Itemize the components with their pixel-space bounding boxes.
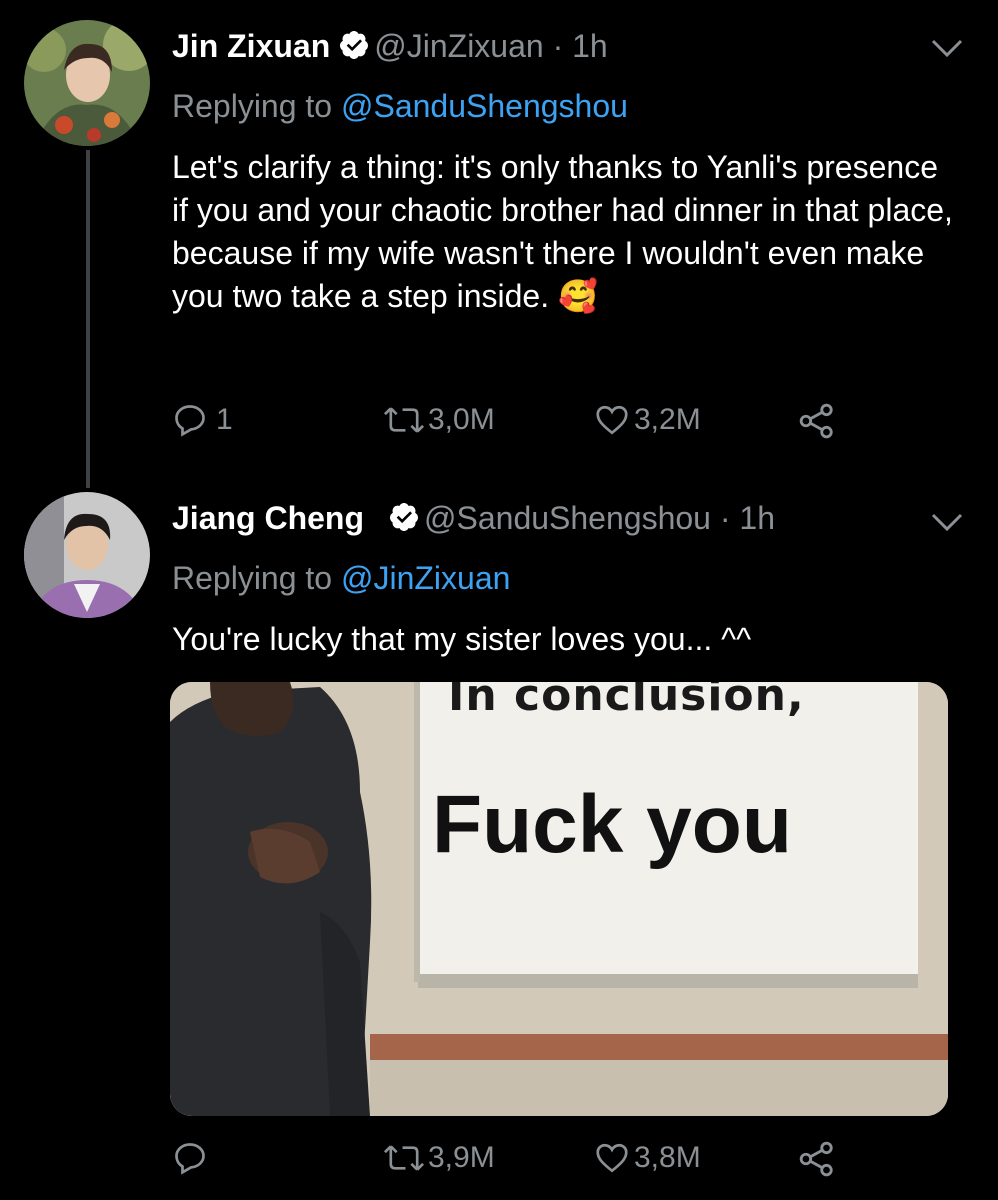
- chevron-down-icon[interactable]: [930, 510, 964, 539]
- share-icon: [798, 402, 836, 440]
- reply-icon: [172, 1140, 208, 1176]
- reply-button[interactable]: 1: [172, 402, 233, 438]
- user-handle[interactable]: @SanduShengshou: [424, 500, 711, 536]
- tweet-header: Jin Zixuan @JinZixuan · 1h: [172, 28, 608, 69]
- share-button[interactable]: [798, 1140, 836, 1178]
- retweet-button[interactable]: 3,0M: [382, 402, 495, 438]
- verified-badge-icon: [338, 29, 370, 69]
- like-count: 3,8M: [634, 1141, 701, 1174]
- reply-button[interactable]: [172, 1140, 216, 1176]
- display-name[interactable]: Jiang Cheng: [172, 500, 364, 536]
- replying-to-label: Replying to: [172, 560, 333, 596]
- share-icon: [798, 1140, 836, 1178]
- retweet-count: 3,9M: [428, 1141, 495, 1174]
- like-icon: [594, 402, 630, 438]
- replying-to-label: Replying to: [172, 88, 333, 124]
- like-count: 3,2M: [634, 403, 701, 436]
- display-name[interactable]: Jin Zixuan: [172, 28, 330, 64]
- retweet-icon: [382, 402, 426, 438]
- like-icon: [594, 1140, 630, 1176]
- emoji-smiling-hearts: 🥰: [558, 278, 598, 314]
- chevron-down-icon[interactable]: [930, 36, 964, 65]
- avatar-jin-zixuan[interactable]: [24, 20, 150, 146]
- reply-count: 1: [216, 403, 233, 436]
- avatar-jiang-cheng[interactable]: [24, 492, 150, 618]
- share-button[interactable]: [798, 402, 836, 440]
- like-button[interactable]: 3,8M: [594, 1140, 701, 1176]
- mention-link[interactable]: @JinZixuan: [341, 560, 510, 596]
- verified-badge-icon: [388, 501, 420, 541]
- tweet-timestamp[interactable]: · 1h: [720, 500, 775, 536]
- tweet-text-content: You're lucky that my sister loves you...…: [172, 621, 752, 657]
- thread-connector-line: [86, 150, 90, 488]
- retweet-count: 3,0M: [428, 403, 495, 436]
- reply-icon: [172, 402, 208, 438]
- meme-text-line2: Fuck you: [432, 779, 792, 870]
- tweet-text: You're lucky that my sister loves you...…: [172, 618, 962, 661]
- mention-link[interactable]: @SanduShengshou: [341, 88, 628, 124]
- retweet-icon: [382, 1140, 426, 1176]
- user-handle[interactable]: @JinZixuan: [374, 28, 543, 64]
- tweet-text: Let's clarify a thing: it's only thanks …: [172, 146, 962, 318]
- tweet-timestamp[interactable]: · 1h: [553, 28, 608, 64]
- retweet-button[interactable]: 3,9M: [382, 1140, 495, 1176]
- like-button[interactable]: 3,2M: [594, 402, 701, 438]
- replying-to-line: Replying to @SanduShengshou: [172, 88, 628, 125]
- replying-to-line: Replying to @JinZixuan: [172, 560, 510, 597]
- tweet-jin-zixuan[interactable]: Jin Zixuan @JinZixuan · 1h Replying to @S…: [0, 0, 998, 490]
- tweet-header: Jiang Cheng @SanduShengshou · 1h: [172, 500, 775, 541]
- tweet-media-image[interactable]: In conclusion, Fuck you: [170, 682, 948, 1116]
- meme-text-line1: In conclusion,: [448, 682, 805, 721]
